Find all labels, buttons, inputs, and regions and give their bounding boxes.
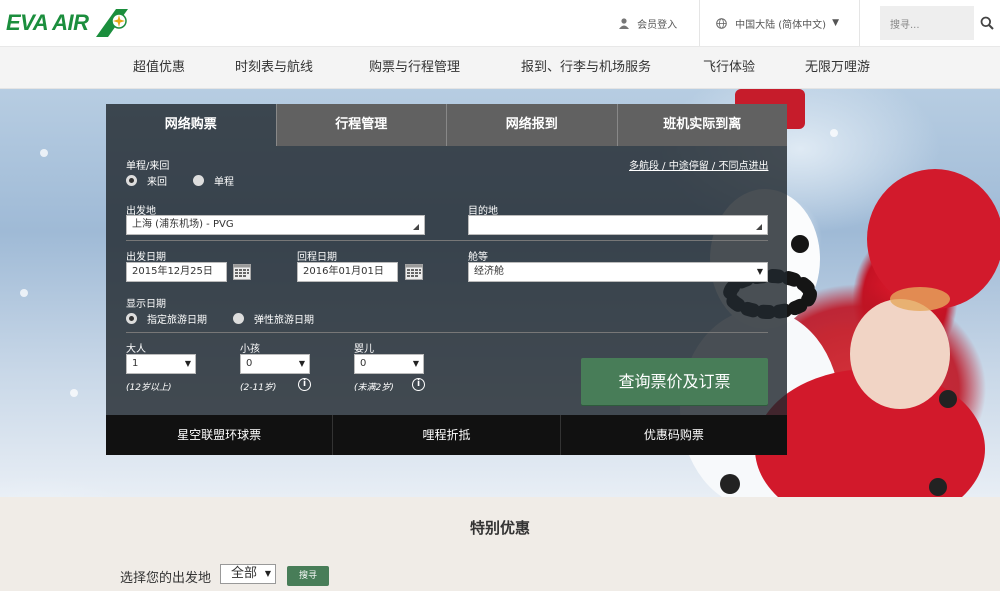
radio-unselected-icon (193, 175, 204, 186)
depart-date-value: 2015年12月25日 (132, 266, 213, 277)
tab-flight-status[interactable]: 班机实际到离 (616, 104, 787, 146)
dropdown-corner-icon (413, 224, 419, 230)
nav-item-schedules[interactable]: 时刻表与航线 (235, 47, 313, 89)
chevron-down-icon: ▼ (264, 569, 271, 578)
child-label: 小孩 (240, 344, 260, 355)
booking-panel: 网络购票 行程管理 网络报到 班机实际到离 单程/来回 多航段 / 中途停留 /… (106, 104, 787, 455)
special-offers-section: 特别优惠 选择您的出发地 全部 ▼ 搜寻 (0, 497, 1000, 591)
trip-type-label: 单程/来回 (126, 161, 170, 172)
child-age-note: (2-11岁) (240, 383, 277, 393)
adult-value: 1 (132, 358, 139, 369)
radio-one-way[interactable]: 单程 (193, 173, 234, 188)
chevron-down-icon: ▼ (184, 359, 191, 368)
login-label: 会员登入 (637, 19, 678, 31)
info-icon[interactable]: i (298, 378, 311, 391)
tab-promo-code[interactable]: 优惠码购票 (559, 415, 787, 455)
adult-select[interactable]: 1 ▼ (126, 354, 196, 374)
search-fares-button[interactable]: 查询票价及订票 (581, 358, 768, 405)
origin-select[interactable]: 全部 ▼ (220, 564, 276, 584)
radio-selected-icon (126, 175, 137, 186)
snowflake (40, 149, 48, 157)
radio-round-trip-label: 来回 (147, 177, 167, 188)
logo-emblem-icon (96, 9, 129, 37)
calendar-icon[interactable] (405, 264, 423, 280)
chevron-down-icon: ▼ (832, 18, 839, 28)
divider (126, 332, 768, 333)
display-date-label: 显示日期 (126, 299, 166, 310)
offers-search-button[interactable]: 搜寻 (287, 566, 329, 586)
chevron-down-icon: ▼ (412, 359, 419, 368)
infant-value: 0 (360, 358, 367, 369)
cabin-select[interactable]: 经济舱 ▼ (468, 262, 768, 282)
user-icon (619, 17, 630, 29)
chevron-down-icon: ▼ (756, 267, 763, 276)
child-select[interactable]: 0 ▼ (240, 354, 310, 374)
infant-select[interactable]: 0 ▼ (354, 354, 424, 374)
booking-tabs: 网络购票 行程管理 网络报到 班机实际到离 (106, 104, 787, 146)
depart-date-input[interactable]: 2015年12月25日 (126, 262, 227, 282)
radio-one-way-label: 单程 (214, 177, 234, 188)
child-value: 0 (246, 358, 253, 369)
radio-exact-dates[interactable]: 指定旅游日期 (126, 311, 207, 326)
snowflake (830, 129, 838, 137)
depart-date-label: 出发日期 (126, 252, 166, 263)
search-placeholder: 搜寻... (890, 19, 920, 31)
logo-text: EVA AIR (6, 10, 89, 35)
return-date-input[interactable]: 2016年01月01日 (297, 262, 398, 282)
radio-flexible-dates[interactable]: 弹性旅游日期 (233, 311, 314, 326)
tab-manage-trip[interactable]: 行程管理 (275, 104, 446, 146)
language-label: 中国大陆 (简体中文) (735, 19, 827, 31)
radio-selected-icon (126, 313, 137, 324)
infant-label: 婴儿 (354, 344, 374, 355)
tab-online-checkin[interactable]: 网络报到 (446, 104, 617, 146)
return-date-value: 2016年01月01日 (303, 266, 384, 277)
infant-age-note: (未满2岁) (354, 383, 394, 393)
info-icon[interactable]: i (412, 378, 425, 391)
nav-item-booking[interactable]: 购票与行程管理 (369, 47, 460, 89)
globe-icon (716, 17, 727, 29)
eva-air-logo[interactable]: EVA AIR (6, 6, 130, 40)
main-nav: 超值优惠 时刻表与航线 购票与行程管理 报到、行李与机场服务 飞行体验 无限万哩… (0, 46, 1000, 89)
tab-mileage-redemption[interactable]: 哩程折抵 (332, 415, 559, 455)
snowflake (70, 389, 78, 397)
origin-value: 全部 (231, 566, 258, 581)
radio-flexible-dates-label: 弹性旅游日期 (254, 315, 314, 326)
nav-item-mileage[interactable]: 无限万哩游 (805, 47, 870, 89)
origin-label: 选择您的出发地 (120, 571, 212, 586)
cabin-value: 经济舱 (474, 266, 504, 277)
calendar-icon[interactable] (233, 264, 251, 280)
member-login-link[interactable]: 会员登入 (619, 16, 699, 31)
language-selector[interactable]: 中国大陆 (简体中文) ▼ (700, 16, 859, 31)
divider (126, 240, 768, 241)
return-date-label: 回程日期 (297, 252, 337, 263)
snowflake (20, 289, 28, 297)
multi-segment-link[interactable]: 多航段 / 中途停留 / 不同点进出 (629, 157, 768, 172)
search-input[interactable]: 搜寻... (880, 6, 974, 40)
search-icon (980, 16, 994, 30)
from-value: 上海 (浦东机场) - PVG (132, 219, 234, 230)
nav-item-experience[interactable]: 飞行体验 (703, 47, 755, 89)
section-title: 特别优惠 (469, 519, 530, 537)
cabin-label: 舱等 (468, 252, 488, 263)
chevron-down-icon: ▼ (298, 359, 305, 368)
radio-round-trip[interactable]: 来回 (126, 173, 167, 188)
nav-item-checkin[interactable]: 报到、行李与机场服务 (521, 47, 651, 89)
adult-age-note: (12岁以上) (126, 383, 172, 393)
dropdown-corner-icon (756, 224, 762, 230)
nav-item-deals[interactable]: 超值优惠 (133, 47, 185, 89)
radio-exact-dates-label: 指定旅游日期 (147, 315, 207, 326)
radio-unselected-icon (233, 313, 244, 324)
tab-book-online[interactable]: 网络购票 (106, 104, 276, 146)
top-bar: EVA AIR 会员登入 中国大陆 (简体中文) ▼ 搜寻... (0, 0, 1000, 46)
adult-label: 大人 (126, 344, 146, 355)
tab-star-alliance-rtw[interactable]: 星空联盟环球票 (106, 415, 332, 455)
search-button[interactable] (974, 6, 1000, 40)
to-input[interactable] (468, 215, 768, 235)
from-input[interactable]: 上海 (浦东机场) - PVG (126, 215, 425, 235)
booking-bottom-tabs: 星空联盟环球票 哩程折抵 优惠码购票 (106, 415, 787, 455)
